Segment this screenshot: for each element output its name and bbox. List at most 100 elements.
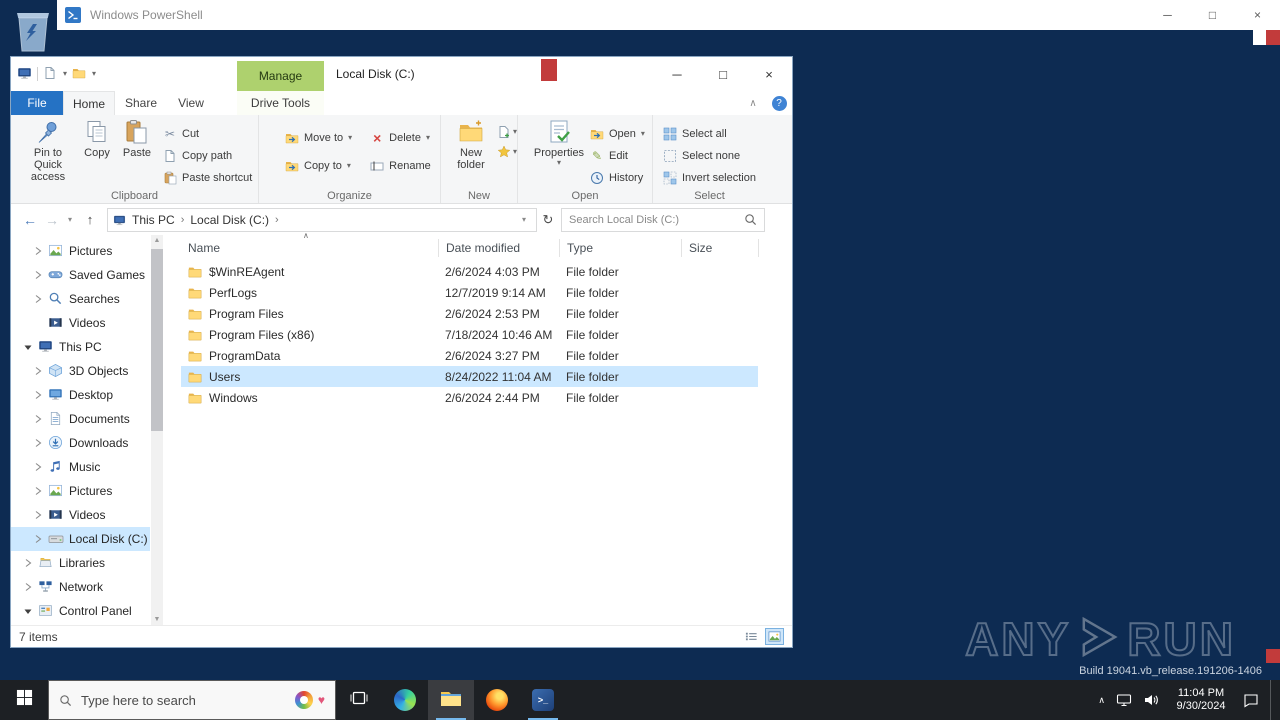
edit-button[interactable]: ✎ Edit — [590, 145, 645, 167]
paste-button[interactable]: Paste — [117, 115, 157, 189]
column-header-date-modified[interactable]: Date modified — [438, 239, 559, 257]
copy-to-button[interactable]: Copy to ▾ — [285, 155, 352, 177]
copy-path-button[interactable]: Copy path — [163, 145, 252, 167]
volume-icon[interactable] — [1143, 692, 1159, 708]
maximize-button[interactable]: □ — [700, 57, 746, 91]
history-button[interactable]: History — [590, 167, 645, 189]
refresh-button[interactable]: ↻ — [537, 212, 559, 228]
address-dropdown-icon[interactable]: ▾ — [517, 215, 531, 224]
nav-scrollbar-thumb[interactable] — [151, 249, 163, 431]
chevron-right-icon[interactable] — [23, 558, 36, 568]
chevron-right-icon[interactable] — [33, 270, 46, 280]
file-row-users[interactable]: Users 8/24/2022 11:04 AM File folder — [181, 366, 758, 387]
chevron-down-icon[interactable] — [23, 606, 36, 616]
sidebar-item-pictures[interactable]: Pictures — [11, 239, 150, 263]
qat-properties-icon[interactable] — [43, 66, 58, 81]
collapse-ribbon-icon[interactable]: ∧ — [740, 91, 766, 115]
new-folder-button[interactable]: New folder — [447, 115, 495, 189]
chevron-right-icon[interactable] — [33, 534, 46, 544]
sidebar-item-network[interactable]: Network — [11, 575, 150, 599]
new-item-button[interactable]: ▾ — [497, 125, 517, 139]
breadcrumb-this-pc[interactable]: This PC — [126, 213, 181, 227]
details-view-button[interactable] — [742, 628, 761, 645]
help-button[interactable]: ? — [766, 91, 792, 115]
large-icons-view-button[interactable] — [765, 628, 784, 645]
properties-button[interactable]: Properties ▾ — [532, 115, 586, 189]
tab-share[interactable]: Share — [115, 91, 167, 115]
column-header-size[interactable]: Size — [681, 239, 758, 257]
close-button[interactable]: × — [746, 57, 792, 91]
sidebar-item-desktop[interactable]: Desktop — [11, 383, 150, 407]
paste-shortcut-button[interactable]: Paste shortcut — [163, 167, 252, 189]
sidebar-item-pictures[interactable]: Pictures — [11, 479, 150, 503]
taskbar-clock[interactable]: 11:04 PM 9/30/2024 — [1170, 687, 1232, 713]
chevron-down-icon[interactable] — [23, 342, 36, 352]
sidebar-item-3d-objects[interactable]: 3D Objects — [11, 359, 150, 383]
chevron-right-icon[interactable] — [33, 438, 46, 448]
chevron-right-icon[interactable] — [33, 462, 46, 472]
rename-button[interactable]: Rename — [370, 155, 431, 177]
file-row-programdata[interactable]: ProgramData 2/6/2024 3:27 PM File folder — [181, 345, 758, 366]
chevron-right-icon[interactable] — [33, 486, 46, 496]
chevron-right-icon[interactable] — [33, 390, 46, 400]
file-row-program-files[interactable]: Program Files 2/6/2024 2:53 PM File folder — [181, 303, 758, 324]
forward-button[interactable]: → — [41, 212, 63, 228]
file-row-program-files-x86[interactable]: Program Files (x86) 7/18/2024 10:46 AM Fil… — [181, 324, 758, 345]
sidebar-item-music[interactable]: Music — [11, 455, 150, 479]
breadcrumb-local-disk-c[interactable]: Local Disk (C:) — [184, 213, 275, 227]
firefox-button[interactable] — [474, 680, 520, 720]
chevron-down-icon[interactable]: ▾ — [63, 69, 67, 78]
recent-locations-icon[interactable]: ▾ — [63, 215, 77, 224]
delete-button[interactable]: × Delete ▾ — [370, 127, 431, 149]
chevron-right-icon[interactable]: › — [275, 214, 279, 226]
copy-button[interactable]: Copy — [77, 115, 117, 189]
sidebar-item-videos[interactable]: Videos — [11, 311, 150, 335]
chevron-right-icon[interactable] — [23, 582, 36, 592]
open-button[interactable]: Open ▾ — [590, 123, 645, 145]
chevron-right-icon[interactable] — [33, 414, 46, 424]
powershell-titlebar[interactable]: Windows PowerShell ─ □ × — [57, 0, 1280, 30]
tray-chevron-up-icon[interactable]: ∧ — [1098, 695, 1105, 706]
sidebar-item-local-disk-c[interactable]: Local Disk (C:) — [11, 527, 150, 551]
task-view-button[interactable] — [336, 680, 382, 720]
stream-scrollbar-thumb[interactable] — [1253, 30, 1266, 45]
easy-access-button[interactable]: ▾ — [497, 145, 517, 159]
powershell-button[interactable]: >_ — [520, 680, 566, 720]
select-none-button[interactable]: Select none — [663, 145, 766, 167]
file-row-winreagent[interactable]: $WinREAgent 2/6/2024 4:03 PM File folder — [181, 261, 758, 282]
tab-view[interactable]: View — [167, 91, 215, 115]
file-row-perflogs[interactable]: PerfLogs 12/7/2019 9:14 AM File folder — [181, 282, 758, 303]
network-icon[interactable] — [1116, 692, 1132, 708]
scroll-up-icon[interactable]: ▲ — [151, 237, 163, 244]
start-button[interactable] — [0, 680, 48, 720]
sidebar-item-libraries[interactable]: Libraries — [11, 551, 150, 575]
recycle-bin-icon[interactable] — [12, 3, 54, 55]
chevron-down-icon[interactable]: ▾ — [92, 69, 96, 78]
maximize-button[interactable]: □ — [1190, 0, 1235, 30]
tab-home[interactable]: Home — [63, 91, 115, 115]
tab-drive-tools[interactable]: Drive Tools — [237, 91, 324, 115]
sidebar-item-searches[interactable]: Searches — [11, 287, 150, 311]
chevron-right-icon[interactable] — [33, 246, 46, 256]
minimize-button[interactable]: ─ — [1145, 0, 1190, 30]
search-input[interactable]: Search Local Disk (C:) — [561, 207, 765, 232]
sidebar-item-this-pc[interactable]: This PC — [11, 335, 150, 359]
sidebar-item-downloads[interactable]: Downloads — [11, 431, 150, 455]
move-to-button[interactable]: Move to ▾ — [285, 127, 352, 149]
file-row-windows[interactable]: Windows 2/6/2024 2:44 PM File folder — [181, 387, 758, 408]
qat-new-folder-icon[interactable] — [72, 66, 87, 81]
invert-selection-button[interactable]: Invert selection — [663, 167, 766, 189]
chevron-right-icon[interactable] — [33, 294, 46, 304]
cut-button[interactable]: ✂ Cut — [163, 123, 252, 145]
sidebar-item-saved-games[interactable]: Saved Games — [11, 263, 150, 287]
taskbar-search-input[interactable]: Type here to search ♥ — [48, 680, 336, 720]
back-button[interactable]: ← — [19, 212, 41, 228]
select-all-button[interactable]: Select all — [663, 123, 766, 145]
scroll-down-icon[interactable]: ▼ — [151, 616, 163, 623]
pin-to-quick-access-button[interactable]: Pin to Quick access — [19, 115, 77, 189]
sidebar-item-control-panel[interactable]: Control Panel — [11, 599, 150, 623]
chevron-right-icon[interactable] — [33, 366, 46, 376]
explorer-titlebar[interactable]: ▾ ▾ Manage Local Disk (C:) ─ □ × — [11, 57, 792, 91]
column-header-name[interactable]: Name — [181, 239, 438, 257]
edge-button[interactable] — [382, 680, 428, 720]
